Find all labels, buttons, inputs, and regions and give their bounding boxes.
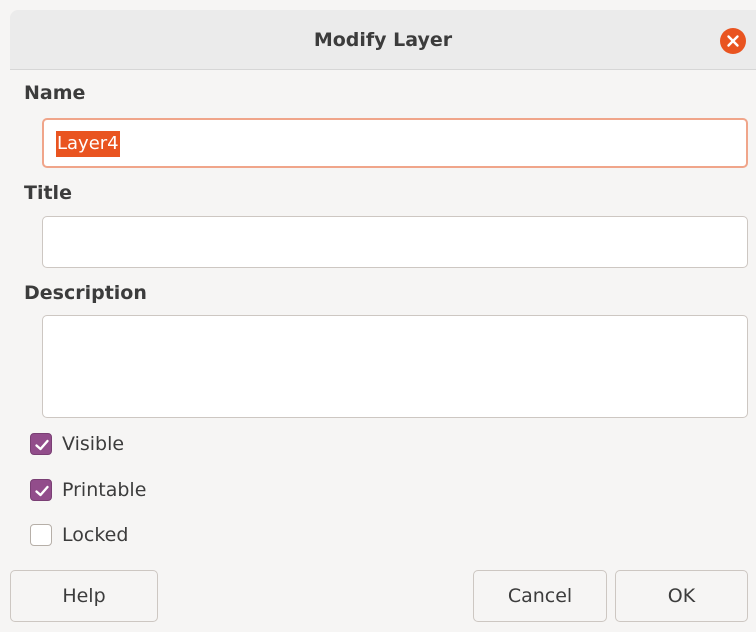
help-button[interactable]: Help <box>10 570 158 622</box>
printable-checkbox[interactable] <box>30 479 52 501</box>
visible-checkbox[interactable] <box>30 433 52 455</box>
locked-label: Locked <box>62 524 129 546</box>
title-input[interactable] <box>42 216 748 268</box>
ok-button[interactable]: OK <box>615 570 748 622</box>
name-input-value: Layer4 <box>56 131 120 157</box>
checkmark-icon <box>35 439 49 451</box>
description-textarea[interactable] <box>42 315 748 418</box>
name-input[interactable]: Layer4 <box>42 118 748 168</box>
printable-label: Printable <box>62 479 147 501</box>
name-label: Name <box>24 82 86 104</box>
checkmark-icon <box>35 485 49 497</box>
description-label: Description <box>24 282 147 304</box>
dialog-title: Modify Layer <box>313 29 453 51</box>
close-icon <box>727 35 739 47</box>
modify-layer-dialog: Modify Layer Name Layer4 Title Descripti… <box>0 0 756 632</box>
title-bar: Modify Layer <box>10 10 756 70</box>
title-label: Title <box>24 182 72 204</box>
dialog-body: Name Layer4 Title Description Visible Pr… <box>10 70 756 632</box>
cancel-button[interactable]: Cancel <box>473 570 607 622</box>
locked-checkbox[interactable] <box>30 524 52 546</box>
close-button[interactable] <box>720 28 746 54</box>
visible-label: Visible <box>62 433 125 455</box>
